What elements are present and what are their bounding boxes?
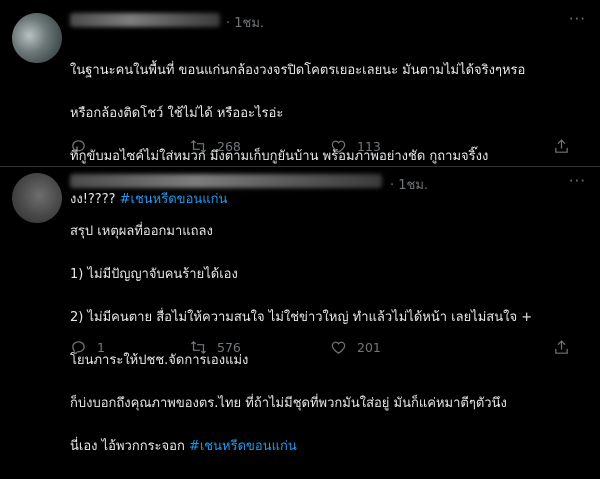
- tweet-line: นี่เอง ไอ้พวกกระจอก: [70, 438, 189, 454]
- like-button[interactable]: 113: [330, 138, 450, 155]
- share-icon: [555, 138, 568, 153]
- retweet-count: 268: [217, 138, 241, 154]
- tweet[interactable]: · 1ชม. ··· สรุป เหตุผลที่ออกมาแถลง 1) ไม…: [0, 167, 600, 454]
- retweet-icon: [190, 139, 207, 153]
- avatar[interactable]: [12, 173, 62, 223]
- avatar[interactable]: [12, 13, 62, 63]
- display-name-blurred[interactable]: [70, 174, 382, 188]
- hashtag-link[interactable]: #เชนหรีดขอนแก่น: [189, 439, 297, 454]
- tweet-line: ในฐานะคนในพื้นที่ ขอนแก่นกล้องวงจรปิดโคต…: [70, 62, 526, 78]
- heart-icon: [331, 140, 346, 153]
- reply-button[interactable]: [70, 138, 190, 155]
- tweet-line: หรือกล้องติดโชว์ ใช้ไม่ได้ หรืออะไรอ่ะ: [70, 105, 284, 121]
- retweet-icon: [190, 340, 207, 354]
- more-options-icon[interactable]: ···: [569, 172, 586, 190]
- tweet-timestamp[interactable]: · 1ชม.: [390, 174, 428, 195]
- reply-count: 1: [97, 339, 105, 355]
- tweet-actions: 1 576 201: [70, 337, 570, 357]
- like-count: 201: [357, 339, 381, 355]
- tweet-actions: 268 113: [70, 136, 570, 156]
- retweet-button[interactable]: 268: [190, 138, 310, 155]
- like-button[interactable]: 201: [330, 339, 450, 356]
- share-button[interactable]: [553, 138, 570, 155]
- reply-button[interactable]: 1: [70, 339, 190, 356]
- display-name-blurred[interactable]: [70, 13, 220, 27]
- share-icon: [555, 339, 568, 354]
- tweet-timestamp[interactable]: · 1ชม.: [226, 12, 264, 33]
- reply-icon: [72, 340, 85, 355]
- tweet-line: ก็บ่งบอกถึงคุณภาพของตร.ไทย ที่ถ้าไม่มีชุ…: [70, 395, 507, 411]
- retweet-button[interactable]: 576: [190, 339, 310, 356]
- more-options-icon[interactable]: ···: [569, 10, 586, 28]
- retweet-count: 576: [217, 339, 241, 355]
- heart-icon: [331, 341, 346, 354]
- tweet-line: 1) ไม่มีปัญญาจับคนร้ายได้เอง: [70, 266, 238, 282]
- share-button[interactable]: [553, 339, 570, 356]
- tweet-line: สรุป เหตุผลที่ออกมาแถลง: [70, 223, 213, 239]
- reply-icon: [72, 139, 85, 154]
- like-count: 113: [357, 138, 381, 154]
- tweet-line: 2) ไม่มีคนตาย สื่อไม่ให้ความสนใจ ไม่ใช่ข…: [70, 309, 533, 325]
- tweet[interactable]: · 1ชม. ··· ในฐานะคนในพื้นที่ ขอนแก่นกล้อ…: [0, 0, 600, 207]
